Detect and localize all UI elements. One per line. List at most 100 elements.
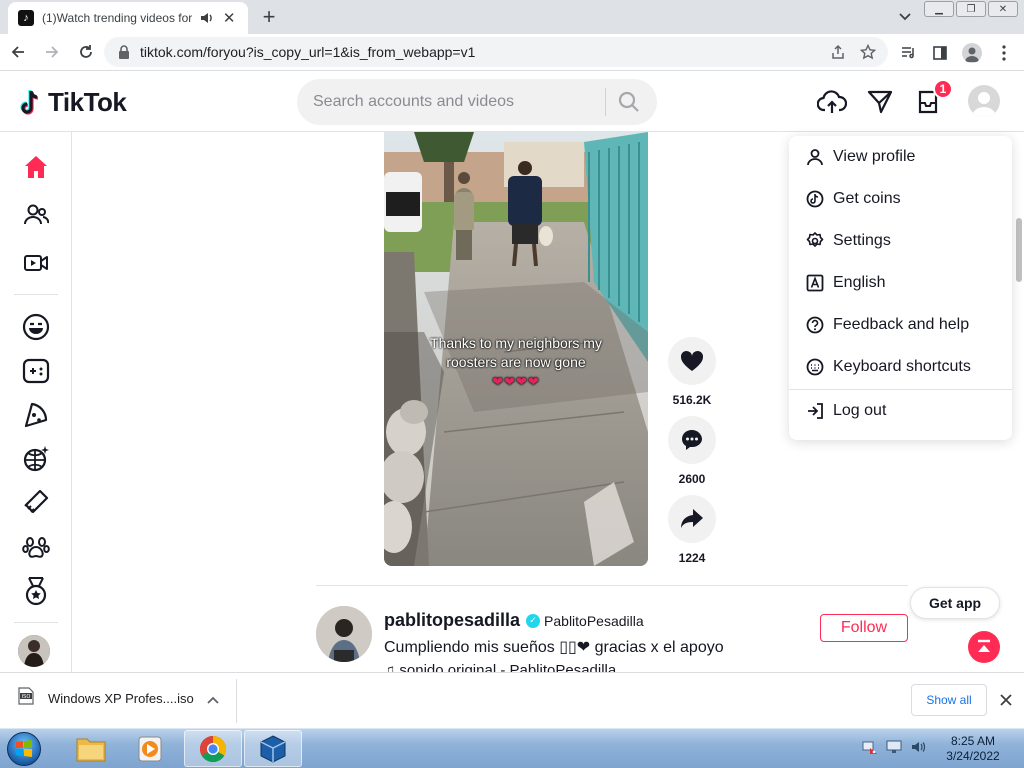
download-filename: Windows XP Profes....iso: [48, 691, 194, 706]
menu-item-label: Keyboard shortcuts: [833, 358, 971, 375]
lock-icon[interactable]: [118, 45, 130, 59]
start-button[interactable]: [2, 730, 46, 768]
verified-badge-icon: ✓: [526, 613, 541, 628]
post-author-avatar[interactable]: [316, 606, 372, 662]
browser-tab-tiktok[interactable]: ♪ (1)Watch trending videos for ✕: [8, 2, 248, 34]
share-icon[interactable]: [830, 44, 846, 65]
like-button[interactable]: [668, 337, 716, 385]
animals-paw-icon[interactable]: [18, 530, 54, 564]
browser-toolbar: tiktok.com/foryou?is_copy_url=1&is_from_…: [0, 34, 1024, 71]
chrome-icon: [199, 735, 227, 762]
logo-text: TikTok: [48, 87, 127, 117]
menu-item-label: Get coins: [833, 190, 901, 207]
profile-avatar-icon: [962, 43, 982, 63]
display-icon[interactable]: [886, 739, 902, 760]
taskbar-file-explorer[interactable]: [62, 730, 120, 767]
search-input[interactable]: [313, 93, 593, 111]
show-all-downloads-button[interactable]: Show all: [911, 684, 987, 716]
menu-item-get-coins[interactable]: Get coins: [789, 178, 1012, 220]
menu-item-label: Feedback and help: [833, 316, 970, 333]
share-button[interactable]: [668, 495, 716, 543]
taskbar-clock[interactable]: 8:25 AM 3/24/2022: [940, 734, 1006, 764]
menu-item-language[interactable]: English: [789, 262, 1012, 304]
restore-window-button[interactable]: ❐: [956, 1, 986, 17]
tiktok-logo[interactable]: TikTok: [20, 87, 127, 118]
video-player[interactable]: Thanks to my neighbors my roosters are n…: [384, 132, 648, 566]
bookmark-star-icon[interactable]: [859, 43, 877, 65]
upload-cloud-icon[interactable]: [817, 87, 847, 117]
following-icon[interactable]: [18, 198, 54, 232]
address-bar[interactable]: tiktok.com/foryou?is_copy_url=1&is_from_…: [104, 37, 888, 67]
like-count: 516.2K: [672, 393, 712, 407]
download-options-chevron-icon[interactable]: [204, 691, 222, 709]
dance-disco-ball-icon[interactable]: [18, 442, 54, 476]
tiktok-favicon-icon: ♪: [18, 10, 34, 26]
forward-button[interactable]: [36, 36, 68, 68]
browser-tabstrip: ♪ (1)Watch trending videos for ✕ + ▁ ❐ ✕: [0, 0, 1024, 34]
tiktok-note-icon: [20, 89, 39, 115]
side-panel-icon[interactable]: [924, 37, 956, 69]
video-caption: Thanks to my neighbors my roosters are n…: [384, 334, 648, 391]
clock-date: 3/24/2022: [946, 749, 1000, 763]
volume-icon[interactable]: [910, 739, 926, 760]
tab-search-chevron-icon[interactable]: [893, 7, 917, 27]
taskbar-media-player[interactable]: [122, 730, 180, 767]
download-bar: ISO Windows XP Profes....iso Show all: [0, 672, 1024, 728]
tiktok-header: TikTok 1: [0, 71, 1024, 132]
menu-item-feedback-help[interactable]: Feedback and help: [789, 304, 1012, 346]
download-item[interactable]: ISO Windows XP Profes....iso: [18, 687, 194, 710]
help-icon: [805, 315, 825, 335]
download-divider: [236, 679, 237, 723]
menu-item-keyboard-shortcuts[interactable]: Keyboard shortcuts: [789, 346, 1012, 388]
home-icon[interactable]: [18, 150, 54, 184]
back-button[interactable]: [2, 36, 34, 68]
close-window-button[interactable]: ✕: [988, 1, 1018, 17]
comment-button[interactable]: [668, 416, 716, 464]
user-avatar[interactable]: [968, 85, 1000, 117]
menu-item-settings[interactable]: Settings: [789, 220, 1012, 262]
live-video-icon[interactable]: [18, 246, 54, 280]
follow-button[interactable]: Follow: [820, 614, 908, 642]
search-icon: [618, 91, 639, 112]
menu-item-label: Settings: [833, 232, 891, 249]
post-author: pablitopesadilla ✓ PablitoPesadilla: [384, 610, 644, 631]
comedy-smile-icon[interactable]: [18, 310, 54, 344]
close-download-bar-icon[interactable]: [996, 690, 1016, 710]
beauty-comb-icon[interactable]: [18, 486, 54, 520]
post-nickname[interactable]: PablitoPesadilla: [544, 613, 644, 629]
reload-button[interactable]: [70, 36, 102, 68]
gaming-controller-icon[interactable]: [18, 354, 54, 388]
search-button[interactable]: [615, 90, 643, 114]
page-scrollbar[interactable]: [1016, 218, 1022, 282]
speaker-icon[interactable]: [198, 9, 216, 27]
person-icon: [805, 147, 825, 167]
menu-item-label: English: [833, 274, 886, 291]
menu-item-label: View profile: [833, 148, 916, 165]
windows-taskbar: 8:25 AM 3/24/2022: [0, 728, 1024, 768]
scroll-to-top-button[interactable]: [968, 631, 1000, 663]
new-tab-button[interactable]: +: [256, 4, 282, 29]
chrome-menu-icon[interactable]: [988, 37, 1020, 69]
share-arrow-icon: [681, 509, 703, 528]
minimize-window-button[interactable]: ▁: [924, 1, 954, 17]
video-caption-line: Thanks to my neighbors my: [430, 335, 602, 351]
menu-item-view-profile[interactable]: View profile: [789, 136, 1012, 178]
suggested-account-avatar[interactable]: [18, 635, 50, 667]
folder-icon: [76, 738, 106, 761]
messages-paper-plane-icon[interactable]: [865, 87, 895, 117]
iso-file-icon: ISO: [18, 687, 34, 710]
food-pizza-icon[interactable]: [18, 398, 54, 432]
post-music[interactable]: ♫ sonido original - PablitoPesadilla: [384, 662, 616, 672]
profile-dropdown-menu: View profile Get coins Settings English …: [789, 136, 1012, 440]
sports-medal-icon[interactable]: [18, 574, 54, 608]
media-control-icon[interactable]: [892, 37, 924, 69]
get-app-button[interactable]: Get app: [910, 587, 1000, 619]
taskbar-virtualbox[interactable]: [244, 730, 302, 767]
inbox-icon[interactable]: 1: [913, 79, 953, 117]
post-username[interactable]: pablitopesadilla: [384, 610, 520, 631]
menu-item-log-out[interactable]: Log out: [789, 390, 1012, 432]
network-warning-icon[interactable]: [862, 739, 878, 760]
taskbar-chrome[interactable]: [184, 730, 242, 767]
chrome-profile-button[interactable]: [956, 37, 988, 69]
tab-close-icon[interactable]: ✕: [220, 9, 238, 27]
